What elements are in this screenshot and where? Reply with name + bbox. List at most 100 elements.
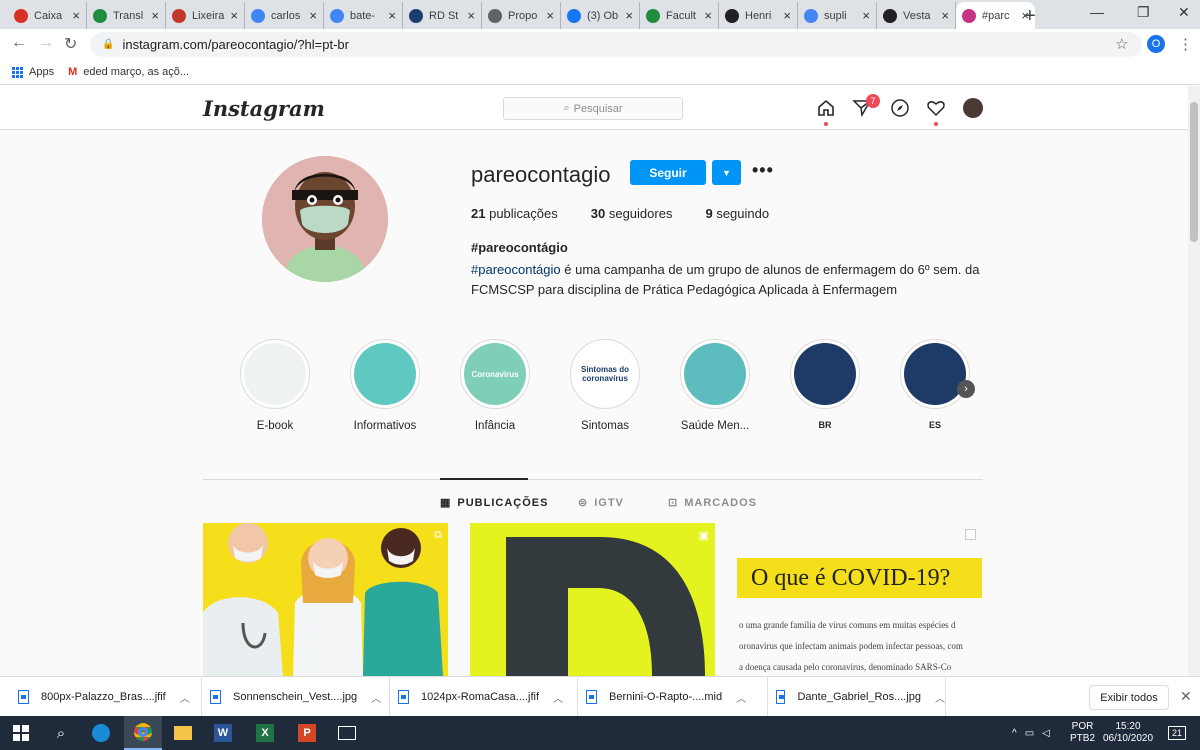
chevron-up-icon[interactable]: ︿ [935,690,945,705]
scrollbar-thumb[interactable] [1190,102,1198,242]
download-item[interactable]: 1024px-RomaCasa....jfif ︿ [392,677,578,717]
reload-icon[interactable]: ↻ [64,34,77,54]
bookmark-star-icon[interactable]: ☆ [1115,35,1128,53]
profile-avatar[interactable]: O [1147,35,1165,53]
grid-icon: ▦ [440,497,452,509]
browser-menu-icon[interactable]: ⋮ [1178,35,1193,53]
windows-start-icon[interactable] [2,716,40,750]
close-tab-icon[interactable]: × [704,8,712,23]
url-bar[interactable]: 🔒 instagram.com/pareocontagio/?hl=pt-br [90,32,1142,57]
tray-icons[interactable]: ^ ▭ ◁ [1012,716,1058,750]
close-tab-icon[interactable]: × [388,8,396,23]
show-all-downloads-button[interactable]: Exibir todos [1089,685,1169,710]
download-item[interactable]: 800px-Palazzo_Bras....jfif ︿ [12,677,202,717]
browser-tab[interactable]: Facult × [640,2,719,29]
minimize-icon[interactable]: — [1090,4,1104,20]
excel-icon[interactable]: X [246,716,284,750]
story-highlight[interactable]: E-book [220,339,330,432]
chevron-up-icon[interactable]: ︿ [553,690,563,705]
browser-tab[interactable]: Henri × [719,2,798,29]
back-icon[interactable]: ← [11,34,27,52]
close-window-icon[interactable]: ✕ [1178,4,1190,21]
close-tab-icon[interactable]: × [941,8,949,23]
browser-tab[interactable]: bate- × [324,2,403,29]
highlight-cover-image [904,343,966,405]
chevron-up-icon[interactable]: ︿ [180,690,190,705]
chrome-icon[interactable] [124,716,162,750]
browser-tab[interactable]: (3) Ob × [561,2,640,29]
story-highlight[interactable]: BR [770,339,880,430]
more-options-icon[interactable]: ••• [752,160,774,181]
tray-chevron-icon[interactable]: ^ [1012,728,1017,739]
chevron-up-icon[interactable]: ︿ [736,690,746,705]
close-downloads-icon[interactable]: ✕ [1180,688,1192,705]
word-icon[interactable]: W [204,716,242,750]
volume-icon[interactable]: ◁ [1042,728,1050,739]
download-item[interactable]: Bernini-O-Rapto-....mid ︿ [580,677,768,717]
download-item[interactable]: Dante_Gabriel_Ros....jpg ︿ [770,677,946,717]
highlight-label: ES [928,420,941,430]
story-highlight[interactable]: Coronavirus Infância [440,339,550,432]
close-tab-icon[interactable]: × [862,8,870,23]
clock[interactable]: 15:20 06/10/2020 [1100,716,1156,750]
notifications-icon[interactable]: 21 [1168,716,1187,750]
browser-tab-label: carlos [271,9,301,22]
activity-heart-icon[interactable] [925,97,947,119]
suggestions-dropdown-button[interactable]: ▼ [712,160,741,185]
close-tab-icon[interactable]: × [230,8,238,23]
close-tab-icon[interactable]: × [783,8,791,23]
bookmark-apps[interactable]: Apps [12,66,54,78]
download-item[interactable]: Sonnenschein_Vest....jpg ︿ [204,677,390,717]
close-tab-icon[interactable]: × [625,8,633,23]
browser-tab[interactable]: supli × [798,2,877,29]
tab-marcados[interactable]: ⊡ MARCADOS [668,496,757,510]
search-input[interactable]: ⌕ Pesquisar [503,97,683,120]
followers-count[interactable]: 30 seguidores [591,206,673,221]
post-thumbnail-1[interactable]: ⧉ [203,523,448,676]
story-highlight[interactable]: Sintomas do coronavírus Sintomas [550,339,660,432]
follow-button[interactable]: Seguir [630,160,706,185]
highlight-cover-image [354,343,416,405]
bookmark-gmail-item[interactable]: M eded março, as açõ... [68,66,189,78]
photos-icon[interactable] [328,716,366,750]
close-tab-icon[interactable]: × [309,8,317,23]
input-language[interactable]: POR PTB2 [1070,716,1095,750]
browser-tab[interactable]: Propo × [482,2,561,29]
following-count[interactable]: 9 seguindo [705,206,769,221]
explore-icon[interactable] [889,97,911,119]
home-icon[interactable] [815,97,837,119]
highlights-next-icon[interactable]: › [957,380,975,398]
address-toolbar: ← → ↻ 🔒 instagram.com/pareocontagio/?hl=… [0,29,1200,60]
browser-tab[interactable]: Caixa × [8,2,87,29]
post-thumbnail-2[interactable]: ▣ [470,523,715,676]
profile-picture[interactable] [262,156,388,282]
user-avatar-icon[interactable] [962,97,984,119]
browser-tab[interactable]: Lixeira × [166,2,245,29]
bio-hashtag-link[interactable]: #pareocontágio [471,262,561,277]
edge-icon[interactable] [82,716,120,750]
tab-igtv[interactable]: ⊜ IGTV [578,496,624,510]
forward-icon[interactable]: → [38,34,54,52]
tab-publicacoes[interactable]: ▦ PUBLICAÇÕES [440,496,548,510]
profile-bio: #pareocontágio é uma campanha de um grup… [471,260,991,300]
browser-tab[interactable]: Transl × [87,2,166,29]
restore-icon[interactable]: ❐ [1137,4,1150,21]
instagram-logo[interactable]: Instagram [203,96,325,121]
close-tab-icon[interactable]: × [151,8,159,23]
search-taskbar-icon[interactable]: ⌕ [42,716,80,750]
close-tab-icon[interactable]: × [546,8,554,23]
story-highlight[interactable]: Informativos [330,339,440,432]
browser-tab[interactable]: RD St × [403,2,482,29]
close-tab-icon[interactable]: × [72,8,80,23]
post-thumbnail-3[interactable]: O que é COVID-19? o uma grande família d… [737,523,982,676]
powerpoint-icon[interactable]: P [288,716,326,750]
new-tab-button[interactable]: + [1024,5,1036,28]
file-explorer-icon[interactable] [164,716,202,750]
browser-tab[interactable]: carlos × [245,2,324,29]
browser-tab[interactable]: Vesta × [877,2,956,29]
close-tab-icon[interactable]: × [467,8,475,23]
network-icon[interactable]: ▭ [1025,728,1034,739]
story-highlight[interactable]: Saúde Men... [660,339,770,432]
page-scrollbar[interactable] [1188,86,1200,676]
chevron-up-icon[interactable]: ︿ [371,690,381,705]
